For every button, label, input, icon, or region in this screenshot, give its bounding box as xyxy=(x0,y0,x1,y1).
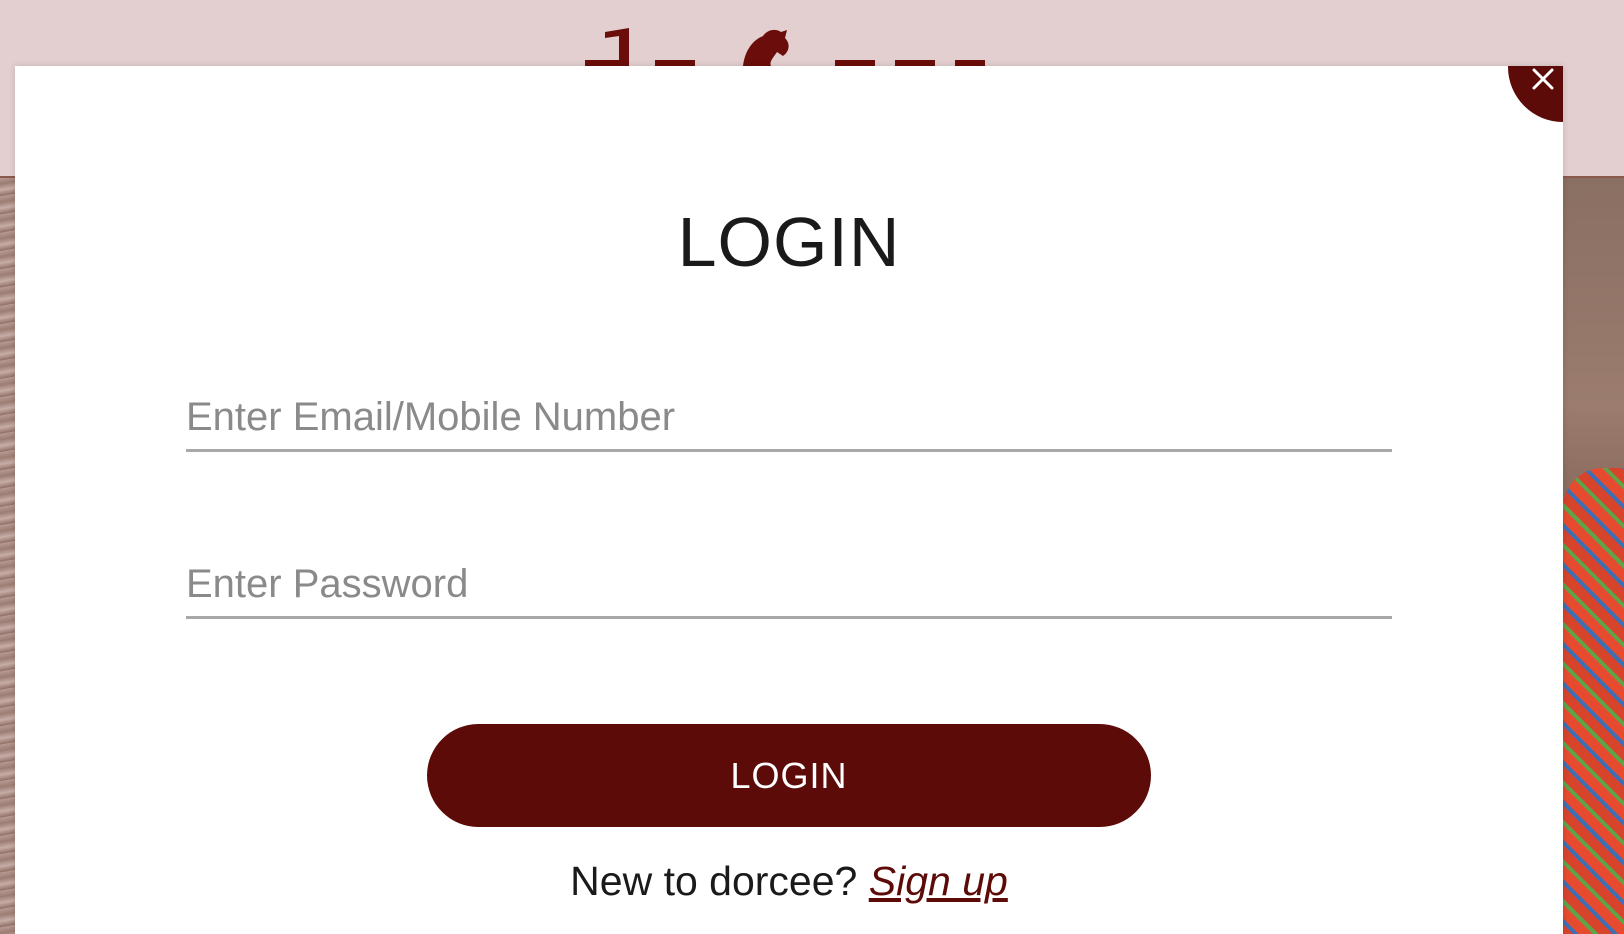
signup-link[interactable]: Sign up xyxy=(869,858,1008,904)
close-icon xyxy=(1532,68,1554,90)
login-button[interactable]: LOGIN xyxy=(427,724,1151,827)
horse-logo-icon[interactable] xyxy=(585,22,1005,66)
page-title: LOGIN xyxy=(677,203,901,281)
email-field[interactable] xyxy=(186,386,1392,452)
password-field[interactable] xyxy=(186,553,1392,619)
signup-prompt-text: New to dorcee? xyxy=(570,858,858,904)
close-button[interactable] xyxy=(1508,66,1563,122)
background-image-left xyxy=(0,178,15,934)
signup-prompt-line: New to dorcee? Sign up xyxy=(15,858,1563,905)
login-modal: LOGIN LOGIN New to dorcee? Sign up xyxy=(15,66,1563,934)
background-image-right xyxy=(1563,178,1624,934)
